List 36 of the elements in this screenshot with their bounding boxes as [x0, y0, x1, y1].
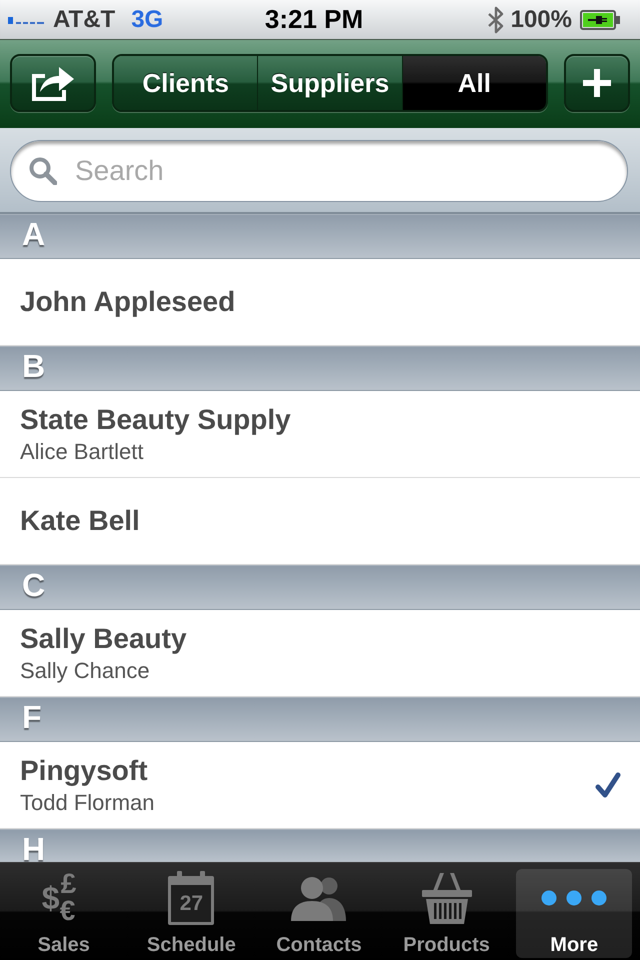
network-type: 3G	[131, 6, 164, 34]
share-button[interactable]	[10, 54, 96, 112]
clock-time: 3:21 PM	[264, 4, 364, 35]
more-icon	[541, 890, 608, 906]
contact-person: Todd Florman	[20, 788, 155, 816]
section-letter: A	[22, 221, 46, 247]
contact-name: Kate Bell	[20, 504, 140, 538]
section-letter: F	[22, 704, 42, 730]
segment-tab[interactable]: Clients	[114, 56, 258, 110]
basket-icon	[420, 871, 473, 925]
contact-name: State Beauty Supply	[20, 402, 291, 436]
people-icon	[290, 875, 347, 921]
share-icon	[30, 64, 76, 102]
contact-person: Sally Chance	[20, 656, 150, 684]
section-letter: H	[22, 836, 46, 862]
segment-tab[interactable]: Suppliers	[257, 56, 402, 110]
plus-icon	[583, 69, 611, 97]
section-letter: C	[22, 572, 46, 598]
battery-percent: 100%	[510, 6, 572, 34]
bluetooth-icon	[486, 4, 505, 34]
tab-bar-item[interactable]: 27 Schedule	[134, 869, 250, 958]
search-field[interactable]: Search	[10, 140, 628, 202]
section-letter: B	[22, 353, 46, 379]
contact-person: Alice Bartlett	[20, 438, 144, 466]
contact-name: Sally Beauty	[20, 622, 187, 656]
carrier-name: AT&T	[53, 6, 116, 34]
tab-bar-item[interactable]: Contacts	[261, 869, 377, 958]
tab-bar-item[interactable]: Products	[388, 869, 504, 958]
signal-icon	[8, 16, 44, 24]
segment-tab[interactable]: All	[402, 56, 546, 110]
battery-icon	[580, 10, 620, 30]
add-button[interactable]	[564, 54, 630, 112]
search-icon	[29, 157, 57, 185]
tab-bar-item[interactable]: More	[516, 869, 632, 958]
contact-name: Pingysoft	[20, 754, 148, 788]
contact-name: John Appleseed	[20, 285, 236, 319]
